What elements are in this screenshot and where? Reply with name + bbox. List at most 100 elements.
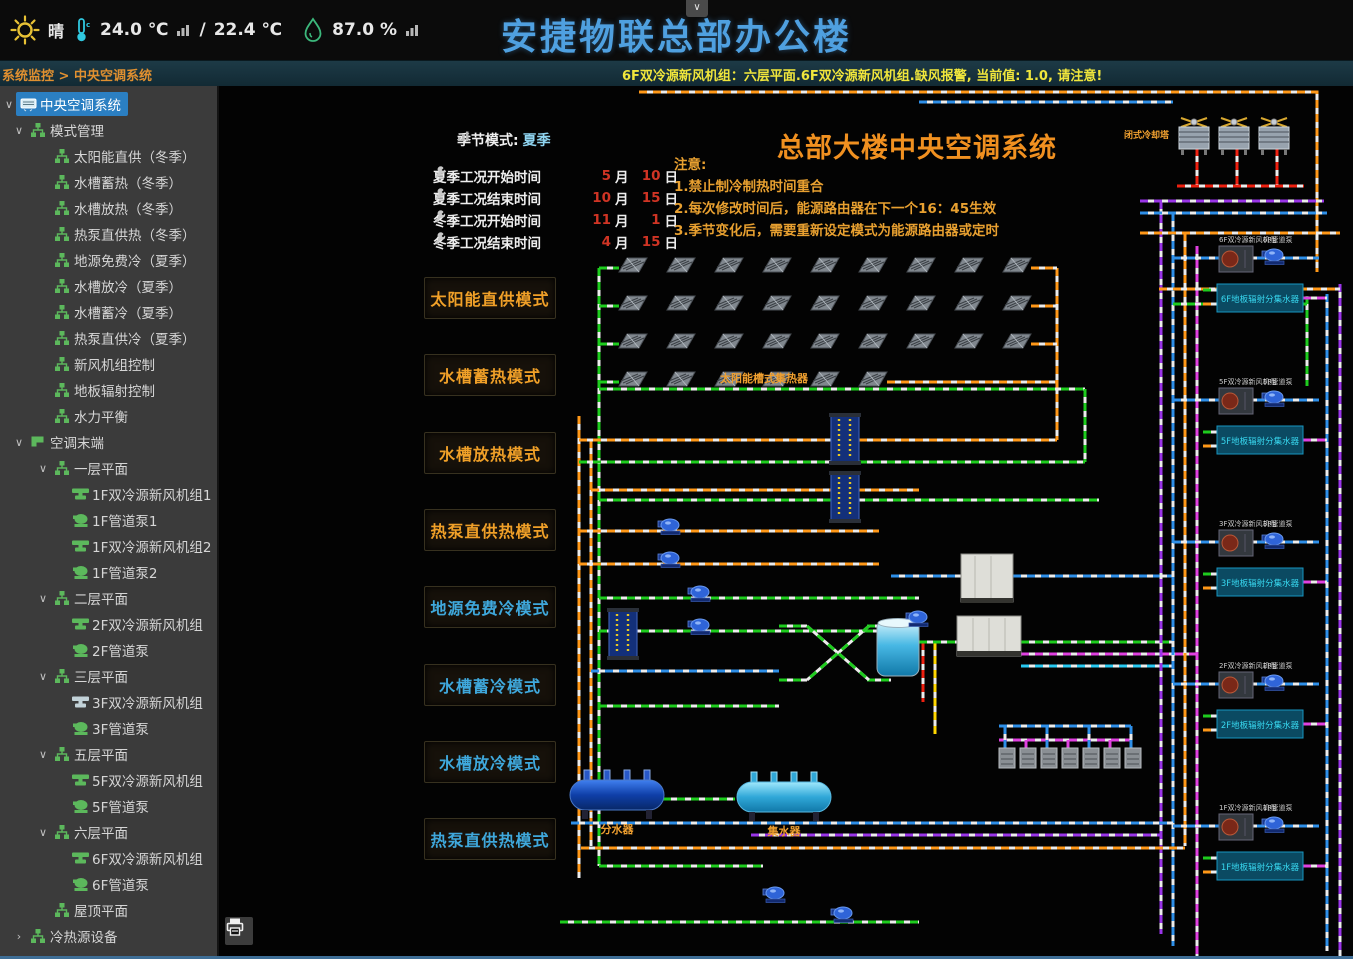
sidebar-item-label: 地源免费冷（夏季） (74, 250, 196, 270)
flag-icon (28, 435, 48, 449)
temp-secondary: 22.4 ℃ (214, 20, 282, 40)
buffer-tank (877, 619, 919, 677)
sidebar-item-23[interactable]: 3F双冷源新风机组 (0, 689, 217, 715)
wrench-edit-icon[interactable] (433, 210, 446, 223)
mode-button-0[interactable]: 太阳能直供模式 (424, 277, 556, 319)
chevron-down-icon[interactable]: ∨ (12, 124, 26, 137)
sidebar-item-7[interactable]: 水槽放冷（夏季） (0, 273, 217, 299)
sidebar-item-9[interactable]: 热泵直供冷（夏季） (0, 325, 217, 351)
page-title: 安捷物联总部办公楼 (501, 8, 852, 60)
sidebar-item-8[interactable]: 水槽蓄冷（夏季） (0, 299, 217, 325)
sidebar-item-label: 1F双冷源新风机组1 (92, 484, 211, 504)
fancoil-icon (70, 539, 90, 553)
sidebar-item-31[interactable]: 屋顶平面 (0, 897, 217, 923)
sidebar-item-27[interactable]: 5F管道泵 (0, 793, 217, 819)
collector-label: 集水器 (767, 824, 802, 838)
chevron-right-icon[interactable]: › (12, 930, 26, 943)
season-month-value: 5 (583, 168, 611, 184)
sidebar-item-14[interactable]: ∨一层平面 (0, 455, 217, 481)
sidebar-item-1[interactable]: ∨模式管理 (0, 117, 217, 143)
season-row-label: 夏季工况开始时间 (433, 166, 583, 186)
sidebar-item-label: 1F管道泵1 (92, 510, 157, 530)
sidebar-item-18[interactable]: 1F管道泵2 (0, 559, 217, 585)
sidebar-item-0[interactable]: ∨中央空调系统 (0, 91, 217, 117)
season-row-label: 夏季工况结束时间 (433, 188, 583, 208)
print-button[interactable] (225, 917, 253, 945)
mode-button-7[interactable]: 热泵直供热模式 (424, 818, 556, 860)
season-month-value: 11 (583, 212, 611, 228)
wrench-edit-icon[interactable] (433, 166, 446, 179)
sidebar-item-19[interactable]: ∨二层平面 (0, 585, 217, 611)
pump-icon (70, 798, 90, 814)
chevron-down-icon[interactable]: ∨ (12, 436, 26, 449)
pump-icon (70, 642, 90, 658)
notes-block: 注意: 1.禁止制冷制热时间重合 2.每次修改时间后，能源路由器在下一个16：4… (674, 154, 999, 242)
season-row-3: 冬季工况结束时间4月15日 (433, 232, 682, 252)
chevron-down-icon[interactable]: ∨ (36, 826, 50, 839)
chevron-down-icon[interactable]: ∨ (36, 462, 50, 475)
org-icon (52, 252, 72, 268)
floor-manifold-label: 1F地板辐射分集水器 (1221, 862, 1300, 873)
org-icon (28, 122, 48, 138)
bar-chart-icon (457, 130, 470, 142)
sidebar-item-24[interactable]: 3F管道泵 (0, 715, 217, 741)
chevron-down-icon[interactable]: ∨ (36, 748, 50, 761)
sidebar-item-2[interactable]: 太阳能直供（冬季） (0, 143, 217, 169)
sidebar-item-16[interactable]: 1F管道泵1 (0, 507, 217, 533)
sidebar-item-13[interactable]: ∨ 空调末端 (0, 429, 217, 455)
wrench-edit-icon[interactable] (433, 232, 446, 245)
sidebar-item-26[interactable]: 5F双冷源新风机组 (0, 767, 217, 793)
breadcrumb[interactable]: 系统监控 > 中央空调系统 (2, 65, 152, 84)
sidebar-item-10[interactable]: 新风机组控制 (0, 351, 217, 377)
fancoil-icon (70, 773, 90, 787)
season-day-value: 15 (633, 190, 661, 206)
wrench-edit-icon[interactable] (433, 188, 446, 201)
mode-button-1[interactable]: 水槽蓄热模式 (424, 354, 556, 396)
collapse-header-button[interactable]: ∨ (686, 0, 708, 17)
sidebar-item-label: 水槽放热（冬季） (74, 198, 182, 218)
floor-manifold-label: 5F地板辐射分集水器 (1221, 436, 1300, 447)
terminal-unit-row (999, 748, 1141, 768)
mode-button-3[interactable]: 热泵直供热模式 (424, 509, 556, 551)
sidebar-item-label: 地板辐射控制 (74, 380, 155, 400)
sidebar-item-label: 6F管道泵 (92, 874, 149, 894)
sidebar-item-label: 3F管道泵 (92, 718, 149, 738)
sidebar-item-22[interactable]: ∨三层平面 (0, 663, 217, 689)
sidebar-item-20[interactable]: 2F双冷源新风机组 (0, 611, 217, 637)
sidebar-item-17[interactable]: 1F双冷源新风机组2 (0, 533, 217, 559)
sidebar-item-25[interactable]: ∨五层平面 (0, 741, 217, 767)
sidebar-item-label: 2F管道泵 (92, 640, 149, 660)
hvac-main-area: 闭式冷却塔 太阳能槽式集热器 (219, 86, 1353, 956)
sidebar-item-30[interactable]: 6F管道泵 (0, 871, 217, 897)
season-mode: 季节模式: 夏季 (457, 130, 551, 150)
mode-button-5[interactable]: 水槽蓄冷模式 (424, 664, 556, 706)
sidebar-item-32[interactable]: ›冷热源设备 (0, 923, 217, 949)
sidebar-item-4[interactable]: 水槽放热（冬季） (0, 195, 217, 221)
thermometer-icon: c (72, 17, 92, 43)
sidebar-item-21[interactable]: 2F管道泵 (0, 637, 217, 663)
chevron-down-icon[interactable]: ∨ (36, 670, 50, 683)
sidebar-item-5[interactable]: 热泵直供热（冬季） (0, 221, 217, 247)
mode-button-6[interactable]: 水槽放冷模式 (424, 741, 556, 783)
floor-pump-label: 3F管道泵 (1263, 519, 1292, 528)
fancoil-icon (70, 617, 90, 631)
floor-pump-label: 5F管道泵 (1263, 377, 1292, 386)
sidebar-item-11[interactable]: 地板辐射控制 (0, 377, 217, 403)
chevron-down-icon[interactable]: ∨ (36, 592, 50, 605)
svg-text:c: c (86, 21, 90, 29)
sidebar-item-label: 水槽蓄冷（夏季） (74, 302, 182, 322)
season-row-1: 夏季工况结束时间10月15日 (433, 188, 682, 208)
sidebar-item-29[interactable]: 6F双冷源新风机组 (0, 845, 217, 871)
mode-button-4[interactable]: 地源免费冷模式 (424, 586, 556, 628)
chevron-down-icon[interactable]: ∨ (2, 98, 16, 111)
sidebar-item-3[interactable]: 水槽蓄热（冬季） (0, 169, 217, 195)
sidebar-item-label: 新风机组控制 (74, 354, 155, 374)
sidebar-item-12[interactable]: 水力平衡 (0, 403, 217, 429)
mode-button-2[interactable]: 水槽放热模式 (424, 432, 556, 474)
sidebar-item-6[interactable]: 地源免费冷（夏季） (0, 247, 217, 273)
pump-icon (70, 512, 90, 528)
season-mode-value: 夏季 (523, 130, 551, 150)
sidebar-item-15[interactable]: 1F双冷源新风机组1 (0, 481, 217, 507)
sidebar-item-28[interactable]: ∨六层平面 (0, 819, 217, 845)
sidebar-item-label: 空调末端 (50, 432, 104, 452)
